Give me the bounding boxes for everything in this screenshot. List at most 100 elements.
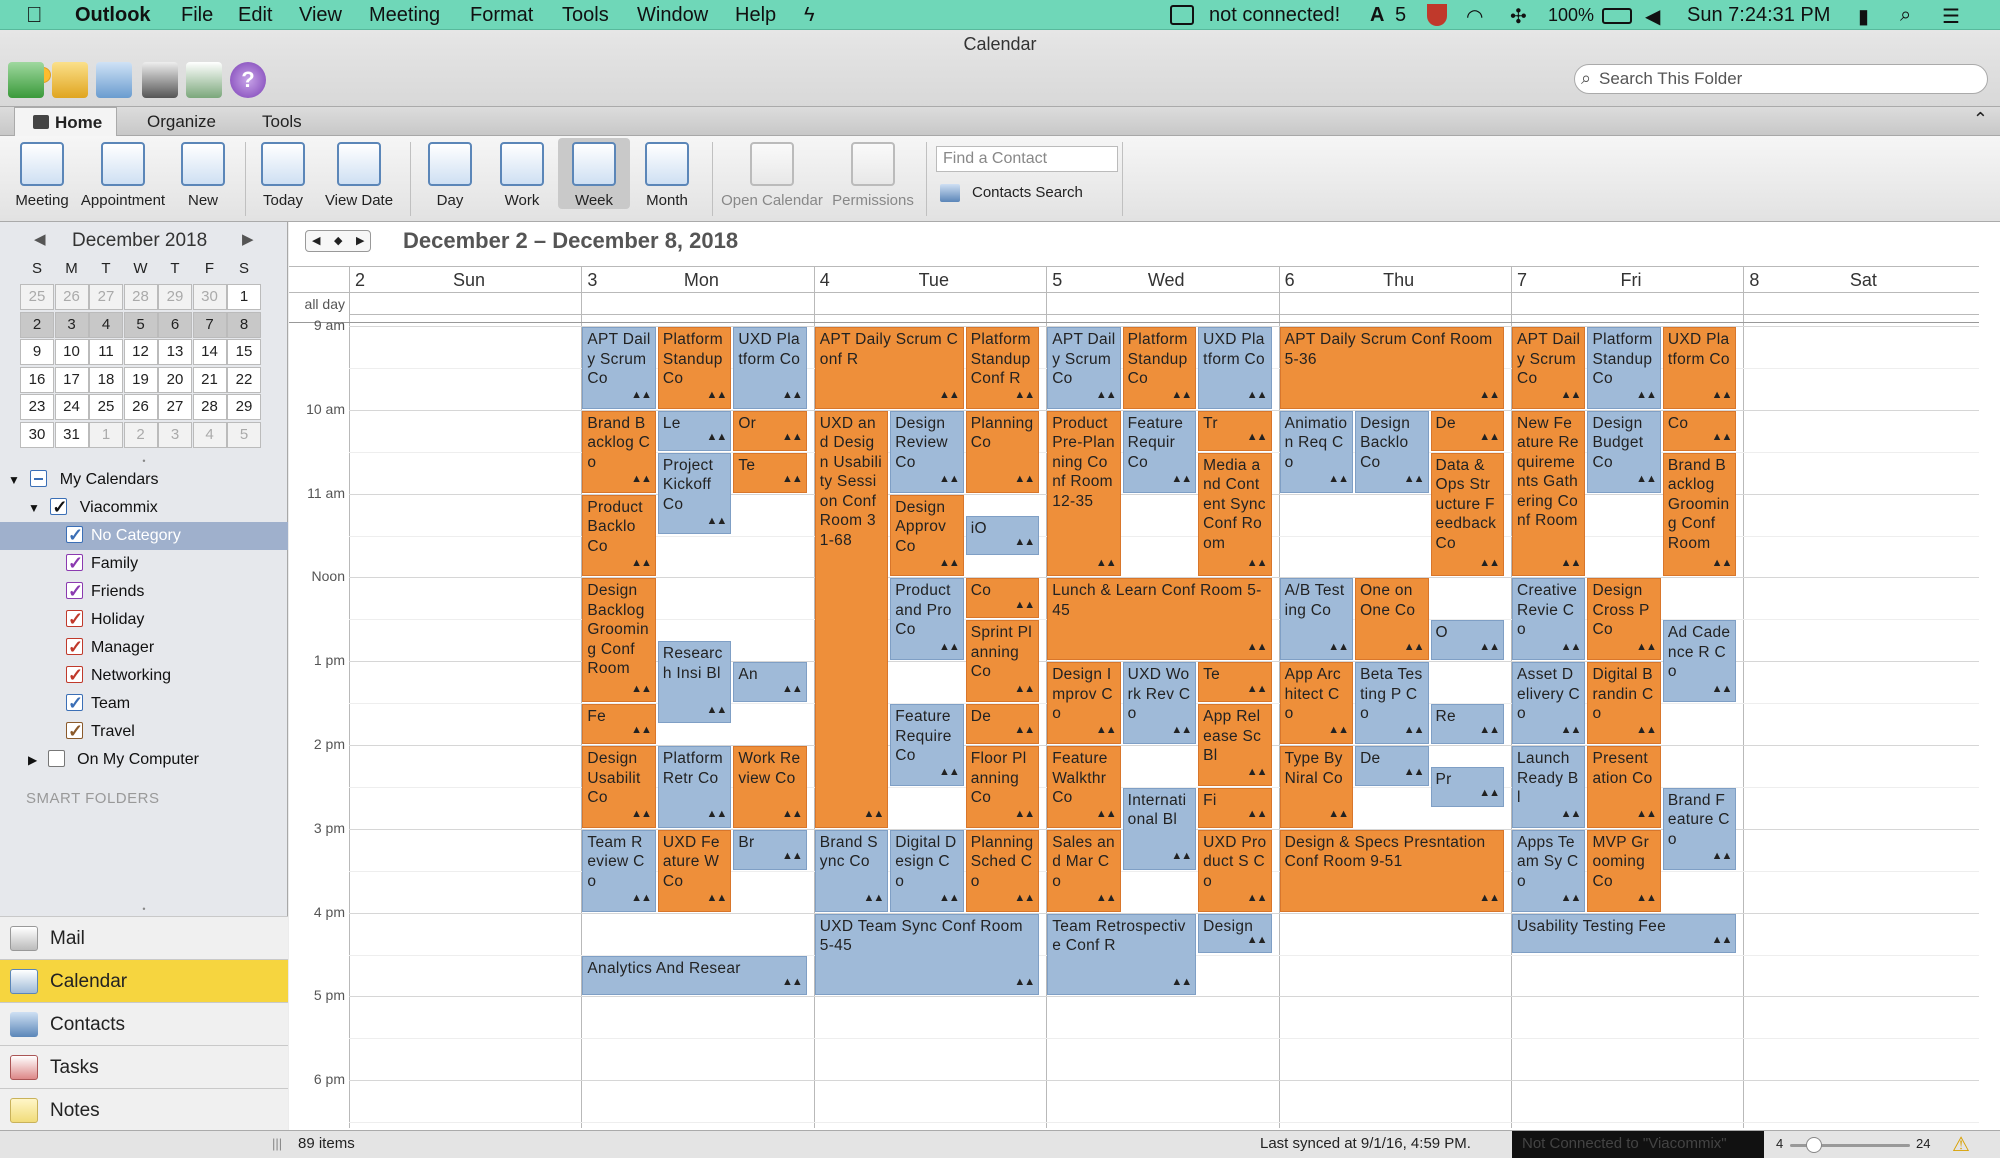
menu-window[interactable]: Window	[637, 4, 708, 27]
status-text[interactable]: not connected!	[1209, 4, 1340, 27]
calendar-event[interactable]: Ad Cadence R Co ▲▲	[1662, 620, 1737, 703]
undo-icon[interactable]	[52, 62, 88, 98]
calendar-event[interactable]: Sprint Planning Co ▲▲	[965, 620, 1040, 703]
minical-day[interactable]: 13	[158, 339, 192, 365]
calendar-event[interactable]: Design ▲▲	[1198, 913, 1272, 954]
calendar-event[interactable]: De ▲▲	[1430, 410, 1504, 451]
minical-day[interactable]: 18	[89, 366, 123, 393]
calendar-event[interactable]: Asset Delivery Co ▲▲	[1512, 662, 1586, 744]
nav-contacts[interactable]: Contacts	[0, 1002, 288, 1045]
volume-icon[interactable]: ◀	[1645, 4, 1660, 29]
shield-icon[interactable]	[1427, 4, 1447, 26]
minical-day[interactable]: 7	[192, 311, 227, 338]
minical-day[interactable]: 16	[20, 366, 54, 393]
today-button[interactable]: Today	[254, 138, 312, 209]
calendar-event[interactable]: Media and Content Sync Conf Room ▲▲	[1198, 452, 1272, 577]
calendar-event[interactable]: Product and Pro Co ▲▲	[890, 578, 964, 661]
menu-edit[interactable]: Edit	[238, 4, 272, 27]
calendar-event[interactable]: Fi ▲▲	[1198, 787, 1272, 828]
minical-day[interactable]: 30	[192, 284, 227, 310]
tab-organize[interactable]: Organize	[133, 107, 230, 136]
script-icon[interactable]: ϟ	[804, 4, 815, 27]
minical-day[interactable]: 28	[123, 284, 158, 310]
minical-day[interactable]: 2	[20, 311, 54, 338]
calendar-event[interactable]: Platform Retr Co ▲▲	[657, 746, 732, 828]
calendar-event[interactable]: UXD Platform Co ▲▲	[733, 327, 807, 409]
calendar-event[interactable]: Design Approv Co ▲▲	[890, 494, 964, 577]
menu-help[interactable]: Help	[735, 4, 776, 27]
menu-meeting[interactable]: Meeting	[369, 4, 440, 27]
minical-day[interactable]: 26	[54, 284, 89, 310]
calendar-event[interactable]: A/B Testing Co ▲▲	[1279, 578, 1354, 661]
calendar-event[interactable]: Platform Standup Co ▲▲	[1587, 327, 1661, 409]
calendar-event[interactable]: Platform Standup Co ▲▲	[1122, 327, 1197, 409]
account-viacommix[interactable]: ▼ Viacommix	[0, 493, 288, 522]
my-calendars-group[interactable]: ▼ My Calendars	[0, 466, 288, 494]
clock[interactable]: Sun 7:24:31 PM	[1687, 4, 1830, 27]
calendar-event[interactable]: An ▲▲	[733, 662, 807, 703]
calendar-event[interactable]: Data & Ops Structure Feedback Co ▲▲	[1430, 452, 1504, 577]
calendar-event[interactable]: Design Backlog Grooming Conf Room ▲▲	[582, 578, 656, 703]
calendar-event[interactable]: UXD Feature W Co ▲▲	[657, 829, 732, 912]
calendar-category-manager[interactable]: Manager	[0, 633, 288, 662]
calendar-event[interactable]: Feature Require Co ▲▲	[890, 704, 964, 786]
calendar-category-travel[interactable]: Travel	[0, 717, 288, 746]
calendar-category-no-category[interactable]: No Category	[0, 521, 288, 550]
on-my-computer-group[interactable]: ▶ On My Computer	[0, 746, 288, 774]
today-diamond-icon[interactable]: ◆	[334, 231, 342, 251]
calendar-event[interactable]: Platform Standup Conf R ▲▲	[965, 327, 1040, 409]
minical-day[interactable]: 1	[227, 284, 261, 310]
calendar-event[interactable]: Or ▲▲	[733, 410, 807, 451]
category-checkbox[interactable]	[66, 661, 83, 689]
calendar-event[interactable]: Co ▲▲	[965, 578, 1040, 619]
calendar-event[interactable]: One on One Co ▲▲	[1355, 578, 1429, 661]
minical-day[interactable]: 21	[192, 366, 227, 393]
menu-tools[interactable]: Tools	[562, 4, 609, 27]
splitter-handle[interactable]: •	[0, 904, 288, 914]
group-checkbox[interactable]	[30, 470, 48, 487]
minical-day[interactable]: 10	[54, 339, 89, 365]
calendar-event[interactable]: Fe ▲▲	[582, 704, 656, 744]
minical-day[interactable]: 6	[158, 311, 192, 338]
battery-percent[interactable]: 100%	[1548, 5, 1594, 26]
calendar-event[interactable]: UXD Product S Co ▲▲	[1198, 829, 1272, 912]
minical-day[interactable]: 22	[227, 366, 261, 393]
calendar-event[interactable]: Brand Feature Co ▲▲	[1662, 787, 1737, 870]
minical-day[interactable]: 5	[123, 311, 158, 338]
calendar-event[interactable]: De ▲▲	[965, 704, 1040, 744]
minical-day[interactable]: 8	[227, 311, 261, 338]
calendar-event[interactable]: Apps Team Sy Co ▲▲	[1512, 829, 1586, 912]
meeting-button[interactable]: Meeting	[10, 138, 74, 209]
minical-day[interactable]: 3	[158, 421, 192, 448]
bluetooth-icon[interactable]: ✣	[1510, 4, 1527, 29]
menu-app-name[interactable]: Outlook	[75, 4, 151, 27]
calendar-event[interactable]: Digital Brandin Co ▲▲	[1587, 662, 1661, 744]
list-view-icon[interactable]	[186, 62, 222, 98]
calendar-event[interactable]: UXD Work Rev Co ▲▲	[1122, 662, 1197, 744]
calendar-event[interactable]: Brand Sync Co ▲▲	[814, 829, 889, 912]
calendar-event[interactable]: Design Improv Co ▲▲	[1047, 662, 1121, 744]
calendar-event[interactable]: Work Review Co ▲▲	[733, 746, 807, 828]
minical-day[interactable]: 1	[89, 421, 123, 448]
calendar-event[interactable]: Design Backlo Co ▲▲	[1355, 410, 1429, 493]
minical-day[interactable]: 24	[54, 394, 89, 420]
menu-format[interactable]: Format	[470, 4, 533, 27]
minical-day[interactable]: 2	[123, 421, 158, 448]
month-view-button[interactable]: Month	[638, 138, 696, 209]
calendar-event[interactable]: Design Cross P Co ▲▲	[1587, 578, 1661, 661]
calendar-event[interactable]: Pr ▲▲	[1430, 766, 1504, 807]
minical-day[interactable]: 29	[227, 394, 261, 420]
calendar-event[interactable]: Creative Revie Co ▲▲	[1512, 578, 1586, 661]
calendar-event[interactable]: New Feature Requirements Gathering Conf …	[1512, 410, 1586, 577]
notification-count[interactable]: 5	[1395, 4, 1406, 27]
calendar-event[interactable]: Le ▲▲	[657, 410, 732, 451]
calendar-category-family[interactable]: Family	[0, 549, 288, 578]
calendar-category-team[interactable]: Team	[0, 689, 288, 718]
calendar-event[interactable]: Team Review Co ▲▲	[582, 829, 656, 912]
minical-day[interactable]: 27	[158, 394, 192, 420]
minical-day[interactable]: 11	[89, 339, 123, 365]
category-checkbox[interactable]	[66, 633, 83, 661]
calendar-event[interactable]: Lunch & Learn Conf Room 5-45 ▲▲	[1047, 578, 1272, 661]
permissions-button[interactable]: Permissions	[830, 138, 916, 209]
calendar-event[interactable]: Design & Specs Presntation Conf Room 9-5…	[1279, 829, 1504, 912]
